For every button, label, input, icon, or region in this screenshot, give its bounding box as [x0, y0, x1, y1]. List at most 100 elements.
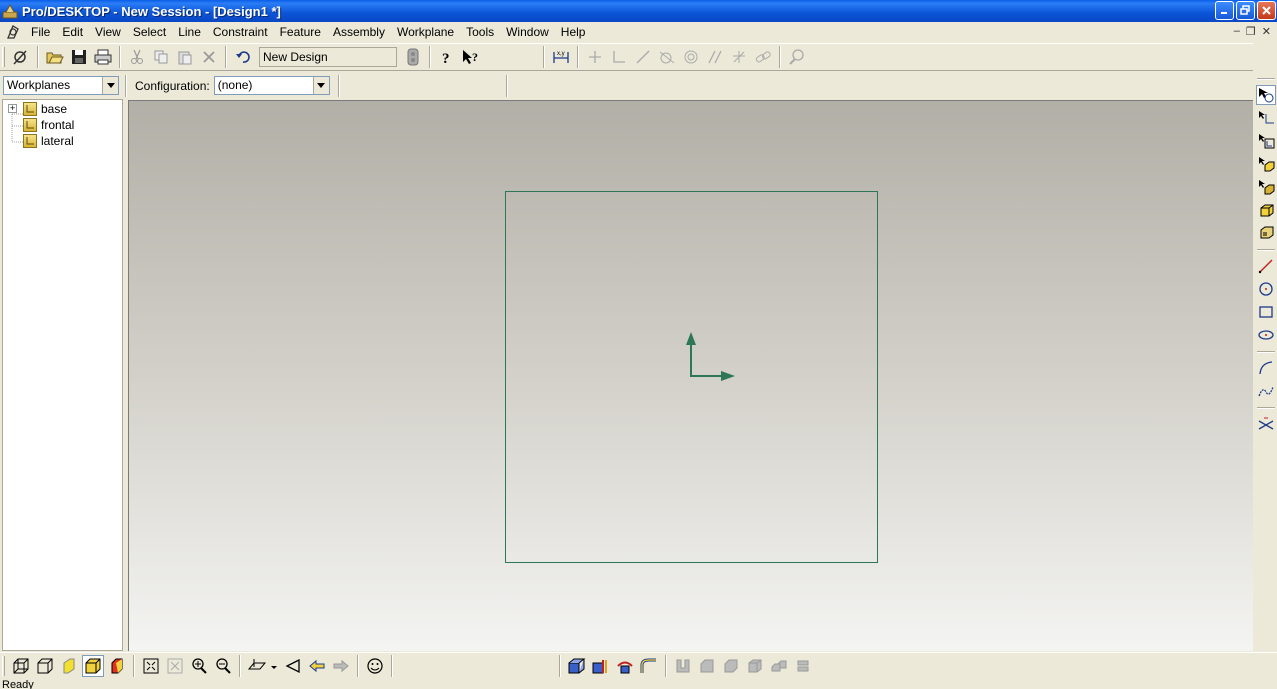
- zoom-in-button[interactable]: [188, 655, 210, 677]
- view-shaded-face-button[interactable]: [58, 655, 80, 677]
- sweep-button[interactable]: [638, 655, 660, 677]
- mdi-close-button[interactable]: ✕: [1262, 25, 1271, 38]
- wireframe-cube-icon: [13, 658, 29, 673]
- undo-button[interactable]: [232, 46, 254, 68]
- constraint-concentric-button[interactable]: [680, 46, 702, 68]
- menu-help[interactable]: Help: [555, 22, 592, 42]
- constraint-perpendicular-button[interactable]: [608, 46, 630, 68]
- delete-button[interactable]: [198, 46, 220, 68]
- toolbar-grip[interactable]: [2, 47, 5, 67]
- constraint-parallel-button[interactable]: [704, 46, 726, 68]
- toolbar-separator: [337, 74, 340, 97]
- tree-item-lateral[interactable]: lateral: [23, 133, 74, 149]
- blend-button[interactable]: [672, 655, 694, 677]
- extrude-profile-button[interactable]: [566, 655, 588, 677]
- print-button[interactable]: [92, 46, 114, 68]
- chamfer-button[interactable]: [696, 655, 718, 677]
- menu-select[interactable]: Select: [127, 22, 172, 42]
- previous-view-button[interactable]: [306, 655, 328, 677]
- trim-button[interactable]: [1256, 414, 1276, 434]
- spline-tool-icon: [1258, 386, 1274, 397]
- view-shaded-button[interactable]: [82, 654, 104, 677]
- draw-spline-button[interactable]: [1256, 381, 1276, 401]
- constraint-link-button[interactable]: [752, 46, 774, 68]
- view-orientation-dropdown[interactable]: [246, 655, 280, 677]
- select-part-button[interactable]: [1256, 200, 1276, 220]
- tree-item-frontal[interactable]: frontal: [23, 117, 74, 133]
- toolbar-grip[interactable]: [2, 655, 5, 676]
- split-button[interactable]: [792, 655, 814, 677]
- draw-rectangle-button[interactable]: [1256, 302, 1276, 322]
- menu-tools[interactable]: Tools: [460, 22, 500, 42]
- expand-plus-icon[interactable]: +: [8, 104, 17, 113]
- zoom-window-button[interactable]: [164, 655, 186, 677]
- view-normal-button[interactable]: [282, 655, 304, 677]
- restore-button[interactable]: [1236, 1, 1255, 20]
- select-feature-button[interactable]: [1256, 177, 1276, 197]
- toolbar-separator: [1257, 407, 1275, 409]
- select-edge-button[interactable]: [1256, 131, 1276, 151]
- draw-arc-button[interactable]: [1256, 358, 1276, 378]
- view-enhanced-button[interactable]: [106, 655, 128, 677]
- toolbar-separator: [357, 654, 359, 677]
- design-viewport[interactable]: [128, 100, 1253, 651]
- save-floppy-icon: [72, 50, 86, 64]
- draw-circle-button[interactable]: [1256, 279, 1276, 299]
- menu-window[interactable]: Window: [500, 22, 555, 42]
- constraint-cross-button[interactable]: [584, 46, 606, 68]
- shell-button[interactable]: [720, 655, 742, 677]
- next-view-button[interactable]: [330, 655, 352, 677]
- view-wireframe-button[interactable]: [10, 655, 32, 677]
- select-face-button[interactable]: [1256, 154, 1276, 174]
- chevron-down-icon[interactable]: [102, 77, 118, 94]
- context-help-button[interactable]: ?: [460, 46, 482, 68]
- document-menu-icon[interactable]: [5, 23, 23, 41]
- select-edge-icon: [1259, 134, 1275, 149]
- traffic-light-button[interactable]: [402, 46, 424, 68]
- draw-ellipse-button[interactable]: [1256, 325, 1276, 345]
- zoom-to-fit-button[interactable]: [140, 655, 162, 677]
- menu-feature[interactable]: Feature: [274, 22, 327, 42]
- menu-workplane[interactable]: Workplane: [391, 22, 460, 42]
- design-name-field[interactable]: New Design: [259, 47, 397, 67]
- constraint-tangent-button[interactable]: [656, 46, 678, 68]
- menu-constraint[interactable]: Constraint: [207, 22, 274, 42]
- save-button[interactable]: [68, 46, 90, 68]
- chevron-down-icon[interactable]: [312, 77, 329, 94]
- mdi-minimize-button[interactable]: –: [1234, 25, 1240, 38]
- new-design-dropdown-button[interactable]: [10, 46, 32, 68]
- tree-item-base[interactable]: + base: [7, 101, 67, 117]
- menu-edit[interactable]: Edit: [56, 22, 89, 42]
- extrude-cut-button[interactable]: [590, 655, 612, 677]
- constraint-line-button[interactable]: [632, 46, 654, 68]
- browser-selector[interactable]: Workplanes: [3, 76, 119, 95]
- constraint-angle-button[interactable]: [728, 46, 750, 68]
- zoom-find-button[interactable]: [786, 46, 808, 68]
- copy-button[interactable]: [150, 46, 172, 68]
- dimension-button[interactable]: x,y: [550, 46, 572, 68]
- draft-button[interactable]: [744, 655, 766, 677]
- revolve-button[interactable]: [614, 655, 636, 677]
- minimize-button[interactable]: [1215, 1, 1234, 20]
- draw-line-button[interactable]: [1256, 256, 1276, 276]
- menu-view[interactable]: View: [89, 22, 127, 42]
- view-hidden-lines-button[interactable]: [34, 655, 56, 677]
- menu-file[interactable]: File: [25, 22, 56, 42]
- select-component-button[interactable]: [1256, 223, 1276, 243]
- open-button[interactable]: [44, 46, 66, 68]
- zoom-out-button[interactable]: [212, 655, 234, 677]
- select-workplane-button[interactable]: [1256, 108, 1276, 128]
- pro-desktop-app-icon[interactable]: [2, 3, 18, 19]
- configuration-select[interactable]: (none): [213, 76, 330, 95]
- select-geometry-button[interactable]: [1256, 85, 1276, 105]
- menu-line[interactable]: Line: [172, 22, 207, 42]
- menu-assembly[interactable]: Assembly: [327, 22, 391, 42]
- smiley-button[interactable]: [364, 655, 386, 677]
- help-button[interactable]: ?: [436, 46, 458, 68]
- enhanced-cube-icon: [111, 658, 123, 673]
- paste-button[interactable]: [174, 46, 196, 68]
- close-button[interactable]: [1257, 1, 1276, 20]
- pattern-button[interactable]: [768, 655, 790, 677]
- mdi-restore-button[interactable]: ❐: [1246, 25, 1256, 38]
- cut-button[interactable]: [126, 46, 148, 68]
